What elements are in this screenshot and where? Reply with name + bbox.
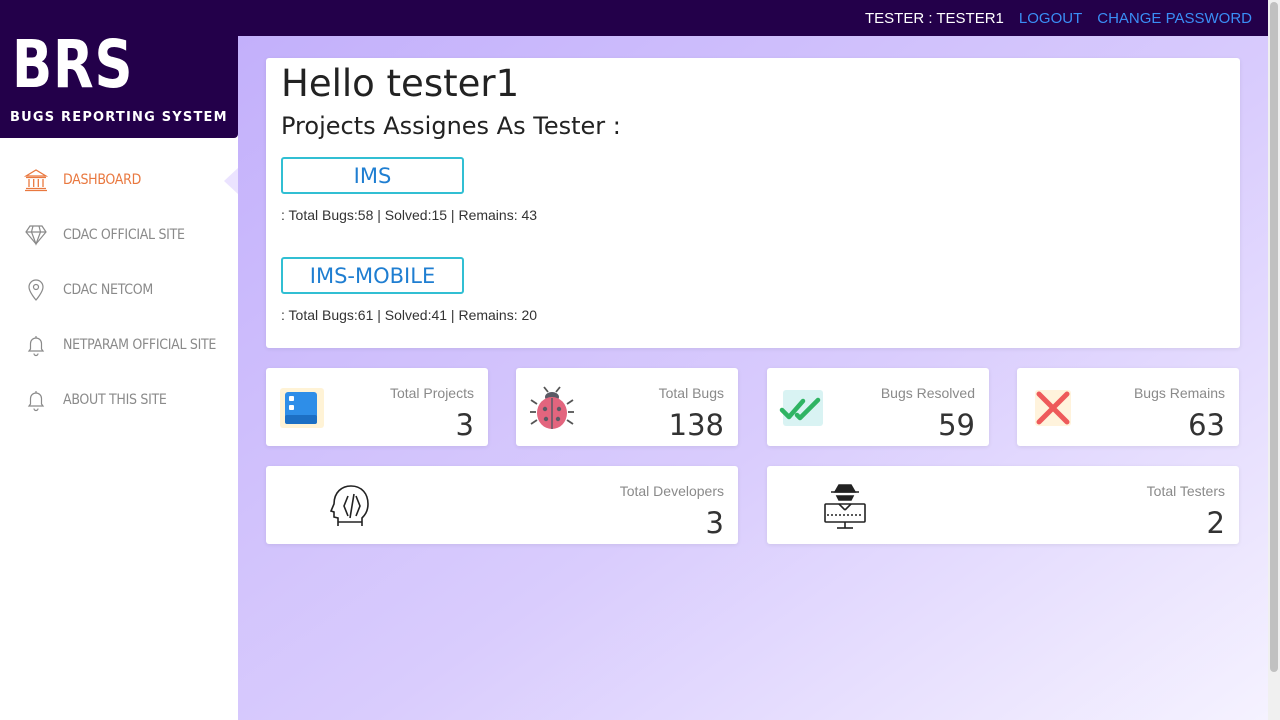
- stat-title: Bugs Remains: [1133, 385, 1225, 401]
- project-stats-ims: : Total Bugs:58 | Solved:15 | Remains: 4…: [281, 207, 538, 223]
- stat-title: Total Testers: [1146, 483, 1225, 499]
- projects-icon: [280, 388, 324, 428]
- stat-value: 138: [668, 408, 724, 442]
- projects-heading: Projects Assignes As Tester :: [281, 112, 621, 140]
- developer-head-icon: [329, 485, 369, 526]
- stat-card-total-testers: Total Testers 2: [767, 466, 1239, 544]
- sidebar-item-cdac-official-site[interactable]: CDAC OFFICIAL SITE: [24, 223, 185, 247]
- project-button-ims[interactable]: IMS: [281, 157, 464, 194]
- sidebar-item-label: CDAC OFFICIAL SITE: [63, 227, 185, 243]
- stat-value: 3: [705, 506, 724, 540]
- stat-card-bugs-remains: Bugs Remains 63: [1017, 368, 1239, 446]
- sidebar-item-cdac-netcom[interactable]: CDAC NETCOM: [24, 278, 153, 302]
- cross-icon: [1035, 390, 1071, 426]
- stat-title: Total Developers: [619, 483, 724, 499]
- sidebar: DASHBOARD CDAC OFFICIAL SITE CDAC NETCOM…: [0, 138, 238, 720]
- project-stats-ims-mobile: : Total Bugs:61 | Solved:41 | Remains: 2…: [281, 307, 538, 323]
- stat-card-total-bugs: Total Bugs 138: [516, 368, 738, 446]
- top-nav: TESTER : TESTER1 LOGOUT CHANGE PASSWORD: [865, 0, 1252, 36]
- stat-value: 3: [455, 408, 474, 442]
- sidebar-item-about-this-site[interactable]: ABOUT THIS SITE: [24, 388, 167, 412]
- stat-value: 59: [938, 408, 975, 442]
- bell-icon: [27, 336, 45, 357]
- brand-logo: BRS: [12, 26, 134, 103]
- page-title: Hello tester1: [281, 62, 520, 105]
- stat-value: 63: [1188, 408, 1225, 442]
- project-button-ims-mobile[interactable]: IMS-MOBILE: [281, 257, 464, 294]
- sidebar-item-netparam-official-site[interactable]: NETPARAM OFFICIAL SITE: [24, 333, 216, 357]
- stat-card-bugs-resolved: Bugs Resolved 59: [767, 368, 989, 446]
- bug-icon: [530, 386, 574, 429]
- sidebar-item-label: ABOUT THIS SITE: [63, 392, 167, 408]
- brand-tagline: BUGS REPORTING SYSTEM: [10, 110, 228, 125]
- active-nav-indicator: [224, 168, 238, 194]
- sidebar-item-label: DASHBOARD: [63, 172, 141, 188]
- sidebar-item-dashboard[interactable]: DASHBOARD: [24, 168, 141, 192]
- stat-title: Bugs Resolved: [880, 385, 975, 401]
- brand-logo-block[interactable]: BRS BUGS REPORTING SYSTEM: [0, 0, 238, 138]
- tester-spy-icon: [824, 484, 866, 529]
- logout-link[interactable]: LOGOUT: [1019, 10, 1082, 27]
- greeting-card: Hello tester1 Projects Assignes As Teste…: [266, 58, 1240, 348]
- bell-icon: [27, 391, 45, 412]
- main-content: Hello tester1 Projects Assignes As Teste…: [238, 36, 1268, 720]
- user-label: TESTER : TESTER1: [864, 9, 1004, 27]
- location-pin-icon: [28, 279, 44, 301]
- change-password-link[interactable]: CHANGE PASSWORD: [1097, 10, 1252, 27]
- stat-card-total-projects: Total Projects 3: [266, 368, 488, 446]
- stat-value: 2: [1206, 506, 1225, 540]
- sidebar-item-label: CDAC NETCOM: [63, 282, 153, 298]
- diamond-icon: [25, 225, 47, 246]
- stat-title: Total Bugs: [658, 385, 724, 401]
- stat-card-total-developers: Total Developers 3: [266, 466, 738, 544]
- scrollbar-thumb[interactable]: [1270, 2, 1278, 672]
- double-check-icon: [779, 390, 823, 426]
- stat-title: Total Projects: [389, 385, 474, 401]
- bank-icon: [24, 169, 48, 192]
- sidebar-item-label: NETPARAM OFFICIAL SITE: [63, 337, 217, 353]
- page-scrollbar[interactable]: [1268, 0, 1280, 720]
